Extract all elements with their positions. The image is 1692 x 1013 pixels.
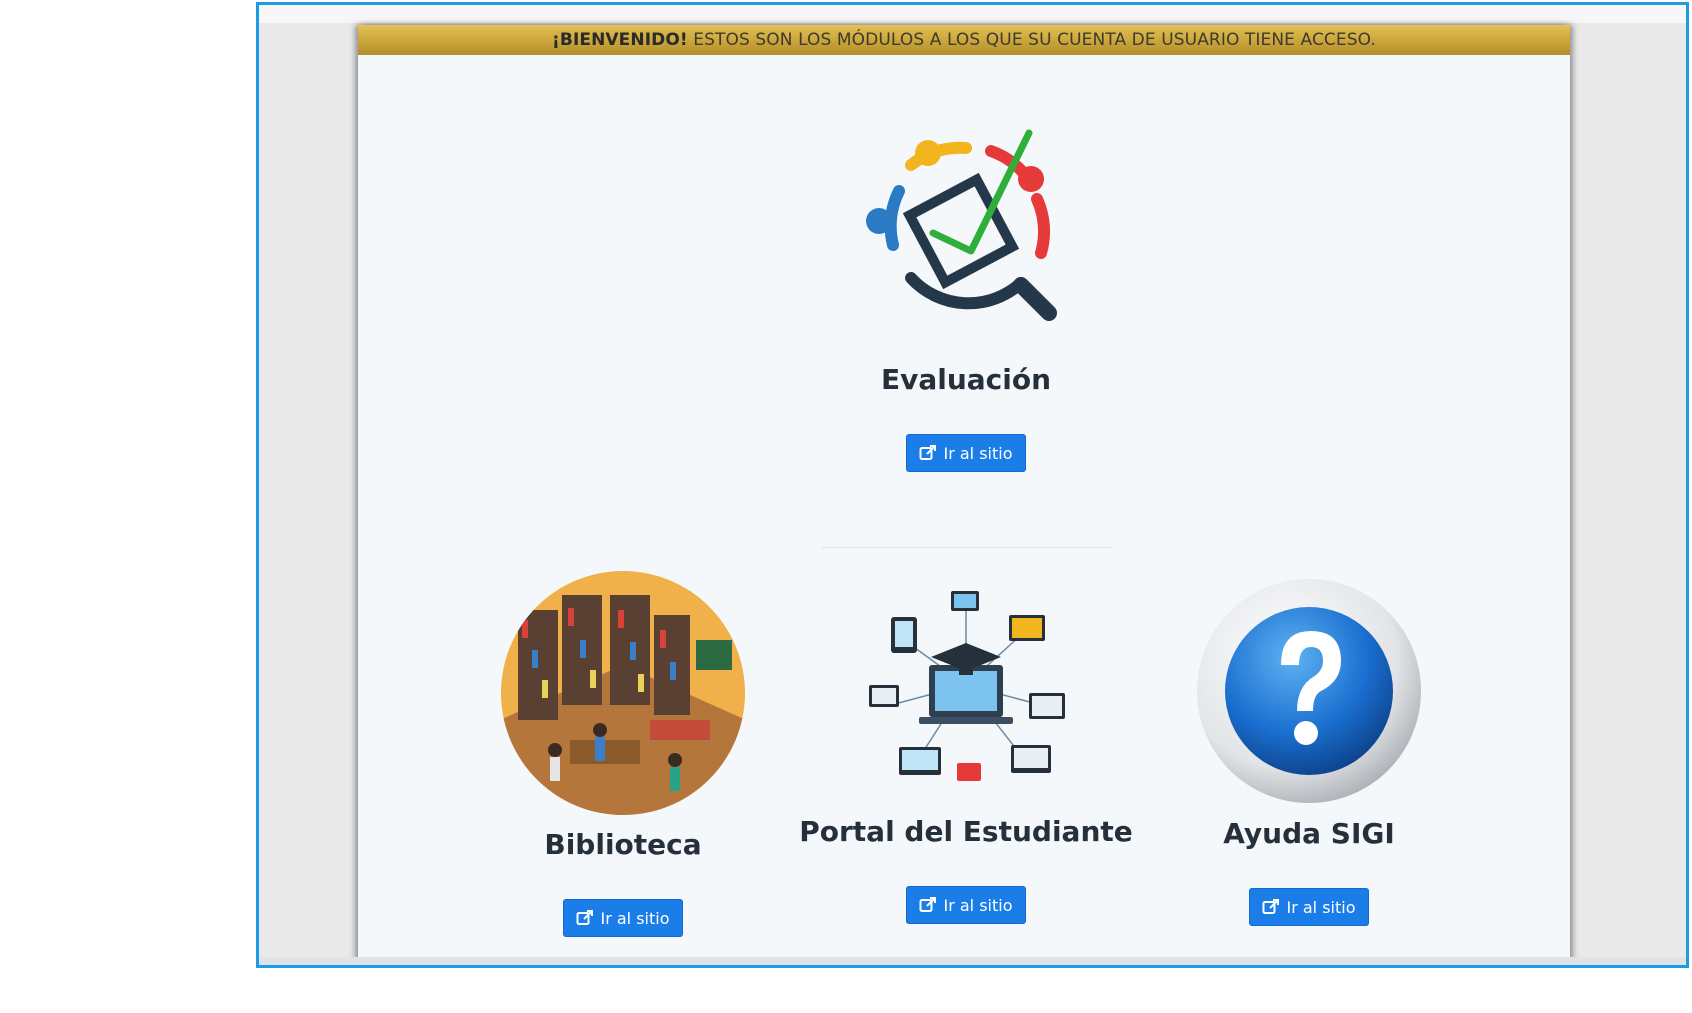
- evaluacion-go-button[interactable]: Ir al sitio: [906, 434, 1026, 472]
- module-ayuda: Ayuda SIGI Ir al sitio: [1129, 573, 1489, 926]
- portal-go-button[interactable]: Ir al sitio: [906, 886, 1026, 924]
- external-link-icon: [576, 910, 594, 925]
- external-link-icon: [1262, 899, 1280, 914]
- section-divider: [822, 547, 1112, 548]
- external-link-icon: [919, 445, 937, 460]
- welcome-bold: ¡BIENVENIDO!: [552, 30, 688, 50]
- library-illustration-icon: [501, 571, 745, 815]
- biblioteca-go-button[interactable]: Ir al sitio: [563, 899, 683, 937]
- ayuda-go-button[interactable]: Ir al sitio: [1249, 888, 1369, 926]
- module-evaluacion: Evaluación Ir al sitio: [786, 113, 1146, 472]
- module-title-ayuda: Ayuda SIGI: [1223, 817, 1395, 850]
- module-biblioteca: Biblioteca Ir al sitio: [443, 570, 803, 937]
- evaluacion-go-label: Ir al sitio: [943, 443, 1013, 463]
- module-title-portal: Portal del Estudiante: [799, 815, 1133, 848]
- welcome-text: ESTOS SON LOS MÓDULOS A LOS QUE SU CUENT…: [693, 30, 1376, 50]
- module-title-biblioteca: Biblioteca: [544, 828, 702, 861]
- student-portal-icon: [869, 591, 1065, 781]
- frame-bottom-strip: [259, 957, 1686, 965]
- evaluation-checkmark-icon: [866, 129, 1057, 321]
- ayuda-go-label: Ir al sitio: [1286, 897, 1356, 917]
- portal-go-label: Ir al sitio: [943, 895, 1013, 915]
- welcome-banner: ¡BIENVENIDO! ESTOS SON LOS MÓDULOS A LOS…: [358, 25, 1570, 55]
- modules-panel: ¡BIENVENIDO! ESTOS SON LOS MÓDULOS A LOS…: [358, 25, 1570, 965]
- help-question-icon: [1197, 579, 1421, 803]
- browser-frame: ¡BIENVENIDO! ESTOS SON LOS MÓDULOS A LOS…: [256, 2, 1689, 968]
- biblioteca-go-label: Ir al sitio: [600, 908, 670, 928]
- frame-top-strip: [259, 5, 1686, 23]
- external-link-icon: [919, 897, 937, 912]
- module-title-evaluacion: Evaluación: [880, 363, 1052, 396]
- module-portal: Portal del Estudiante Ir al sitio: [786, 585, 1146, 924]
